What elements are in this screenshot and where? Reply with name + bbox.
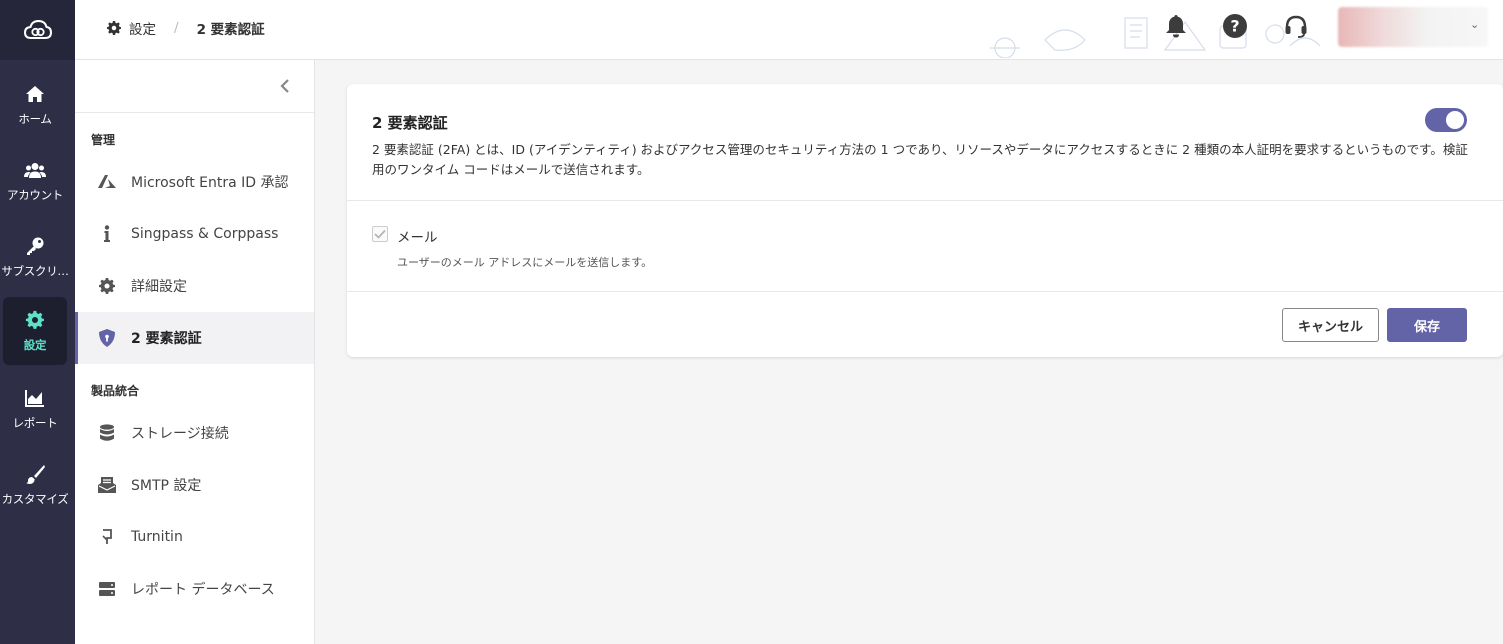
- turnitin-icon: [97, 527, 117, 547]
- section-title-integration: 製品統合: [91, 384, 140, 398]
- sidebar-item-label: SMTP 設定: [131, 478, 202, 494]
- settings-sidebar: 管理 Microsoft Entra ID 承認 Singpass & Corp…: [75, 60, 315, 644]
- sidebar-item-storage[interactable]: ストレージ接続: [75, 407, 314, 459]
- chart-icon: [24, 387, 46, 409]
- sidebar-item-report-db[interactable]: レポート データベース: [75, 563, 314, 615]
- rail-item-account[interactable]: アカウント: [3, 147, 67, 215]
- breadcrumb: 設定 / 2 要素認証: [107, 18, 265, 38]
- breadcrumb-current: 2 要素認証: [196, 22, 265, 38]
- sidebar-item-advanced[interactable]: 詳細設定: [75, 260, 314, 312]
- home-icon: [24, 83, 46, 105]
- sidebar-collapse-bar: [75, 60, 314, 113]
- rail-item-label: 設定: [23, 338, 47, 352]
- sidebar-item-singpass[interactable]: Singpass & Corppass: [75, 208, 314, 260]
- sidebar-item-label: ストレージ接続: [131, 426, 229, 442]
- users-icon: [24, 159, 46, 181]
- sidebar-item-label: 詳細設定: [131, 279, 187, 295]
- user-avatar-menu[interactable]: [1338, 7, 1488, 47]
- rail-item-label: カスタマイズ: [1, 492, 69, 506]
- top-bar: 設定 / 2 要素認証 ? ⌄: [75, 0, 1503, 60]
- save-button[interactable]: 保存: [1387, 308, 1467, 342]
- rail-item-label: ホーム: [18, 112, 52, 126]
- two-factor-card: 2 要素認証 2 要素認証 (2FA) とは、ID (アイデンティティ) および…: [347, 84, 1503, 357]
- server-icon: [97, 579, 117, 599]
- mail-icon: [97, 475, 117, 495]
- gear-icon: [24, 309, 46, 331]
- sidebar-item-turnitin[interactable]: Turnitin: [75, 511, 314, 563]
- rail-item-label: レポート: [12, 416, 58, 430]
- sidebar-item-label: 2 要素認証: [131, 331, 202, 347]
- brush-icon: [24, 463, 46, 485]
- breadcrumb-separator: /: [174, 20, 179, 36]
- rail-item-subscription[interactable]: サブスクリ…: [1, 223, 69, 291]
- breadcrumb-root[interactable]: 設定: [129, 18, 156, 38]
- card-title: 2 要素認証: [372, 114, 448, 132]
- key-icon: [24, 235, 46, 257]
- rail-item-home[interactable]: ホーム: [3, 71, 67, 139]
- app-logo[interactable]: [0, 0, 75, 60]
- rail-item-report[interactable]: レポート: [3, 375, 67, 443]
- card-description: 2 要素認証 (2FA) とは、ID (アイデンティティ) およびアクセス管理の…: [372, 142, 1468, 177]
- notification-bell-icon[interactable]: [1163, 13, 1189, 39]
- sidebar-item-entra-id[interactable]: Microsoft Entra ID 承認: [75, 156, 314, 208]
- gear-icon: [97, 276, 117, 296]
- sidebar-item-2fa[interactable]: 2 要素認証: [75, 312, 314, 364]
- email-option-label: メール: [397, 230, 438, 246]
- chevron-left-icon[interactable]: [278, 77, 292, 95]
- email-option-help: ユーザーのメール アドレスにメールを送信します。: [397, 256, 653, 269]
- email-checkbox[interactable]: [372, 226, 388, 242]
- rail-item-customize[interactable]: カスタマイズ: [1, 451, 69, 519]
- azure-icon: [97, 172, 117, 192]
- section-title-admin: 管理: [91, 133, 116, 147]
- shield-icon: [97, 328, 117, 348]
- database-icon: [97, 423, 117, 443]
- sidebar-item-label: Microsoft Entra ID 承認: [131, 175, 289, 191]
- chevron-down-icon[interactable]: ⌄: [1470, 18, 1479, 31]
- header-doodle-illustration: [990, 17, 1321, 58]
- help-question-icon[interactable]: ?: [1222, 13, 1248, 39]
- rail-item-settings[interactable]: 設定: [3, 297, 67, 365]
- app-rail: ホーム アカウント サブスクリ… 設定 レポート カスタマイズ: [0, 0, 75, 644]
- cancel-button[interactable]: キャンセル: [1282, 308, 1379, 342]
- support-headset-icon[interactable]: [1283, 13, 1309, 39]
- sidebar-item-label: Turnitin: [131, 529, 183, 545]
- info-icon: [97, 224, 117, 244]
- two-factor-toggle[interactable]: [1425, 108, 1467, 132]
- gear-icon: [107, 21, 121, 35]
- rail-item-label: アカウント: [7, 188, 63, 202]
- sidebar-item-smtp[interactable]: SMTP 設定: [75, 459, 314, 511]
- sidebar-item-label: Singpass & Corppass: [131, 226, 279, 242]
- sidebar-item-label: レポート データベース: [131, 582, 275, 598]
- cloud-logo-icon: [23, 19, 52, 39]
- divider: [347, 200, 1503, 201]
- svg-text:?: ?: [1230, 17, 1239, 36]
- checkmark-icon: [374, 229, 386, 239]
- divider: [347, 291, 1503, 292]
- toggle-knob: [1446, 111, 1464, 129]
- rail-item-label: サブスクリ…: [1, 264, 69, 278]
